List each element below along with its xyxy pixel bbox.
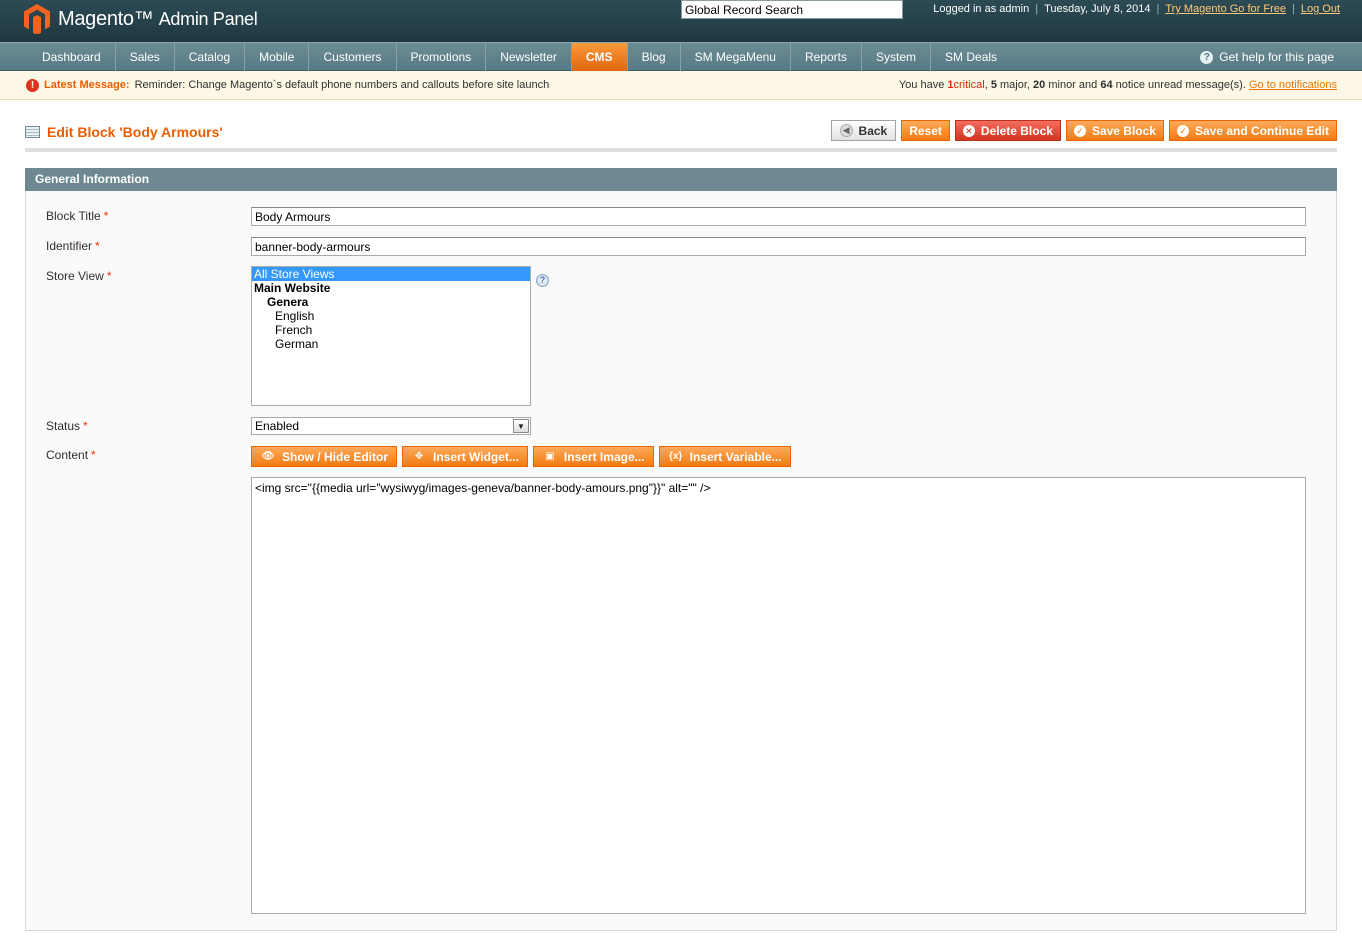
save-continue-button[interactable]: ✓ Save and Continue Edit [1168,120,1337,141]
chevron-down-icon: ▼ [513,419,529,433]
header-date: Tuesday, July 8, 2014 [1044,3,1151,15]
store-group-store: Genera [267,295,309,309]
notice-count: 64 [1100,79,1113,91]
magento-logo[interactable]: Magento™ Admin Panel [24,2,258,36]
nav-sm-megamenu[interactable]: SM MegaMenu [681,43,791,71]
delete-icon: ✕ [962,124,975,137]
question-icon: ? [1200,50,1214,64]
latest-message-text: Reminder: Change Magento`s default phone… [134,79,550,91]
insert-variable-button[interactable]: {x} Insert Variable... [658,446,791,467]
back-arrow-icon: ◀ [839,124,853,137]
insert-image-button[interactable]: ▣ Insert Image... [532,446,654,467]
page-title: Edit Block 'Body Armours' [25,124,223,140]
nav-sales[interactable]: Sales [116,43,175,71]
message-summary: You have 1critical, 5 major, 20 minor an… [898,79,1337,91]
nav-reports[interactable]: Reports [791,43,862,71]
checkmark-icon: ✓ [1073,124,1086,137]
block-title-label: Block Title * [46,209,109,223]
nav-promotions[interactable]: Promotions [397,43,487,71]
insert-widget-button[interactable]: ✥ Insert Widget... [402,446,528,467]
major-count: 5 [990,79,997,91]
main-nav: Dashboard Sales Catalog Mobile Customers… [0,42,1362,71]
nav-blog[interactable]: Blog [628,43,681,71]
editor-toolbar: 👁 Show / Hide Editor ✥ Insert Widget... … [251,446,791,467]
checkmark-icon: ✓ [1176,124,1189,137]
go-to-notifications-link[interactable]: Go to notifications [1249,79,1337,91]
reset-button[interactable]: Reset [901,120,950,141]
logout-link[interactable]: Log Out [1301,3,1340,15]
status-select[interactable]: Enabled ▼ [251,417,531,435]
block-title-input[interactable] [251,207,1306,226]
latest-message: ! Latest Message: Reminder: Change Magen… [26,71,549,100]
store-group-website: Main Website [254,281,331,295]
nav-catalog[interactable]: Catalog [175,43,246,71]
header: Magento™ Admin Panel Logged in as admin … [0,0,1362,42]
nav-system[interactable]: System [862,43,932,71]
brand-text: Magento™ Admin Panel [58,7,258,30]
nav-newsletter[interactable]: Newsletter [486,43,572,71]
store-option-all[interactable]: All Store Views [252,267,530,281]
help-hint-icon[interactable]: ? [536,274,549,287]
nav-sm-deals[interactable]: SM Deals [931,43,1011,71]
page-header: Edit Block 'Body Armours' ◀ Back Reset ✕… [25,118,1337,152]
cms-block-icon [25,126,40,138]
store-option-french[interactable]: French [252,323,530,337]
widget-icon: ✥ [414,450,424,462]
content-textarea[interactable]: <img src="{{media url="wysiwyg/images-ge… [251,477,1306,914]
page-actions: ◀ Back Reset ✕ Delete Block ✓ Save Block… [830,120,1337,141]
global-search-input[interactable] [681,0,903,19]
image-icon: ▣ [545,450,555,462]
show-hide-editor-button[interactable]: 👁 Show / Hide Editor [251,446,398,467]
store-view-multiselect[interactable]: All Store Views Main Website Genera Engl… [251,266,531,406]
store-option-english[interactable]: English [252,309,530,323]
logged-in-text: Logged in as admin [933,3,1030,15]
save-block-button[interactable]: ✓ Save Block [1065,120,1164,141]
status-label: Status * [46,419,88,433]
help-text: Get help for this page [1219,50,1334,64]
try-magento-go-link[interactable]: Try Magento Go for Free [1165,3,1286,15]
back-button[interactable]: ◀ Back [830,120,897,141]
identifier-label: Identifier * [46,239,100,253]
nav-dashboard[interactable]: Dashboard [28,43,116,71]
eye-icon: 👁 [261,450,275,462]
critical-alert-icon: ! [26,79,39,92]
section-title: General Information [25,168,1337,191]
general-information-fieldset: Block Title* Identifier* Store View* All… [25,191,1337,931]
content-label: Content * [46,448,96,462]
minor-count: 20 [1033,79,1046,91]
variable-icon: {x} [668,450,683,462]
store-view-label: Store View * [46,269,112,283]
latest-message-label: Latest Message: [44,79,130,91]
header-user-info: Logged in as admin | Tuesday, July 8, 20… [933,3,1340,15]
nav-mobile[interactable]: Mobile [245,43,310,71]
nav-cms[interactable]: CMS [571,43,628,71]
notification-bar: ! Latest Message: Reminder: Change Magen… [0,71,1362,100]
page-title-text: Edit Block 'Body Armours' [47,124,223,140]
magento-logo-icon [24,4,52,34]
nav-customers[interactable]: Customers [309,43,397,71]
help-link[interactable]: ? Get help for this page [1200,43,1334,71]
delete-block-button[interactable]: ✕ Delete Block [954,120,1061,141]
store-option-german[interactable]: German [252,337,530,351]
identifier-input[interactable] [251,237,1306,256]
